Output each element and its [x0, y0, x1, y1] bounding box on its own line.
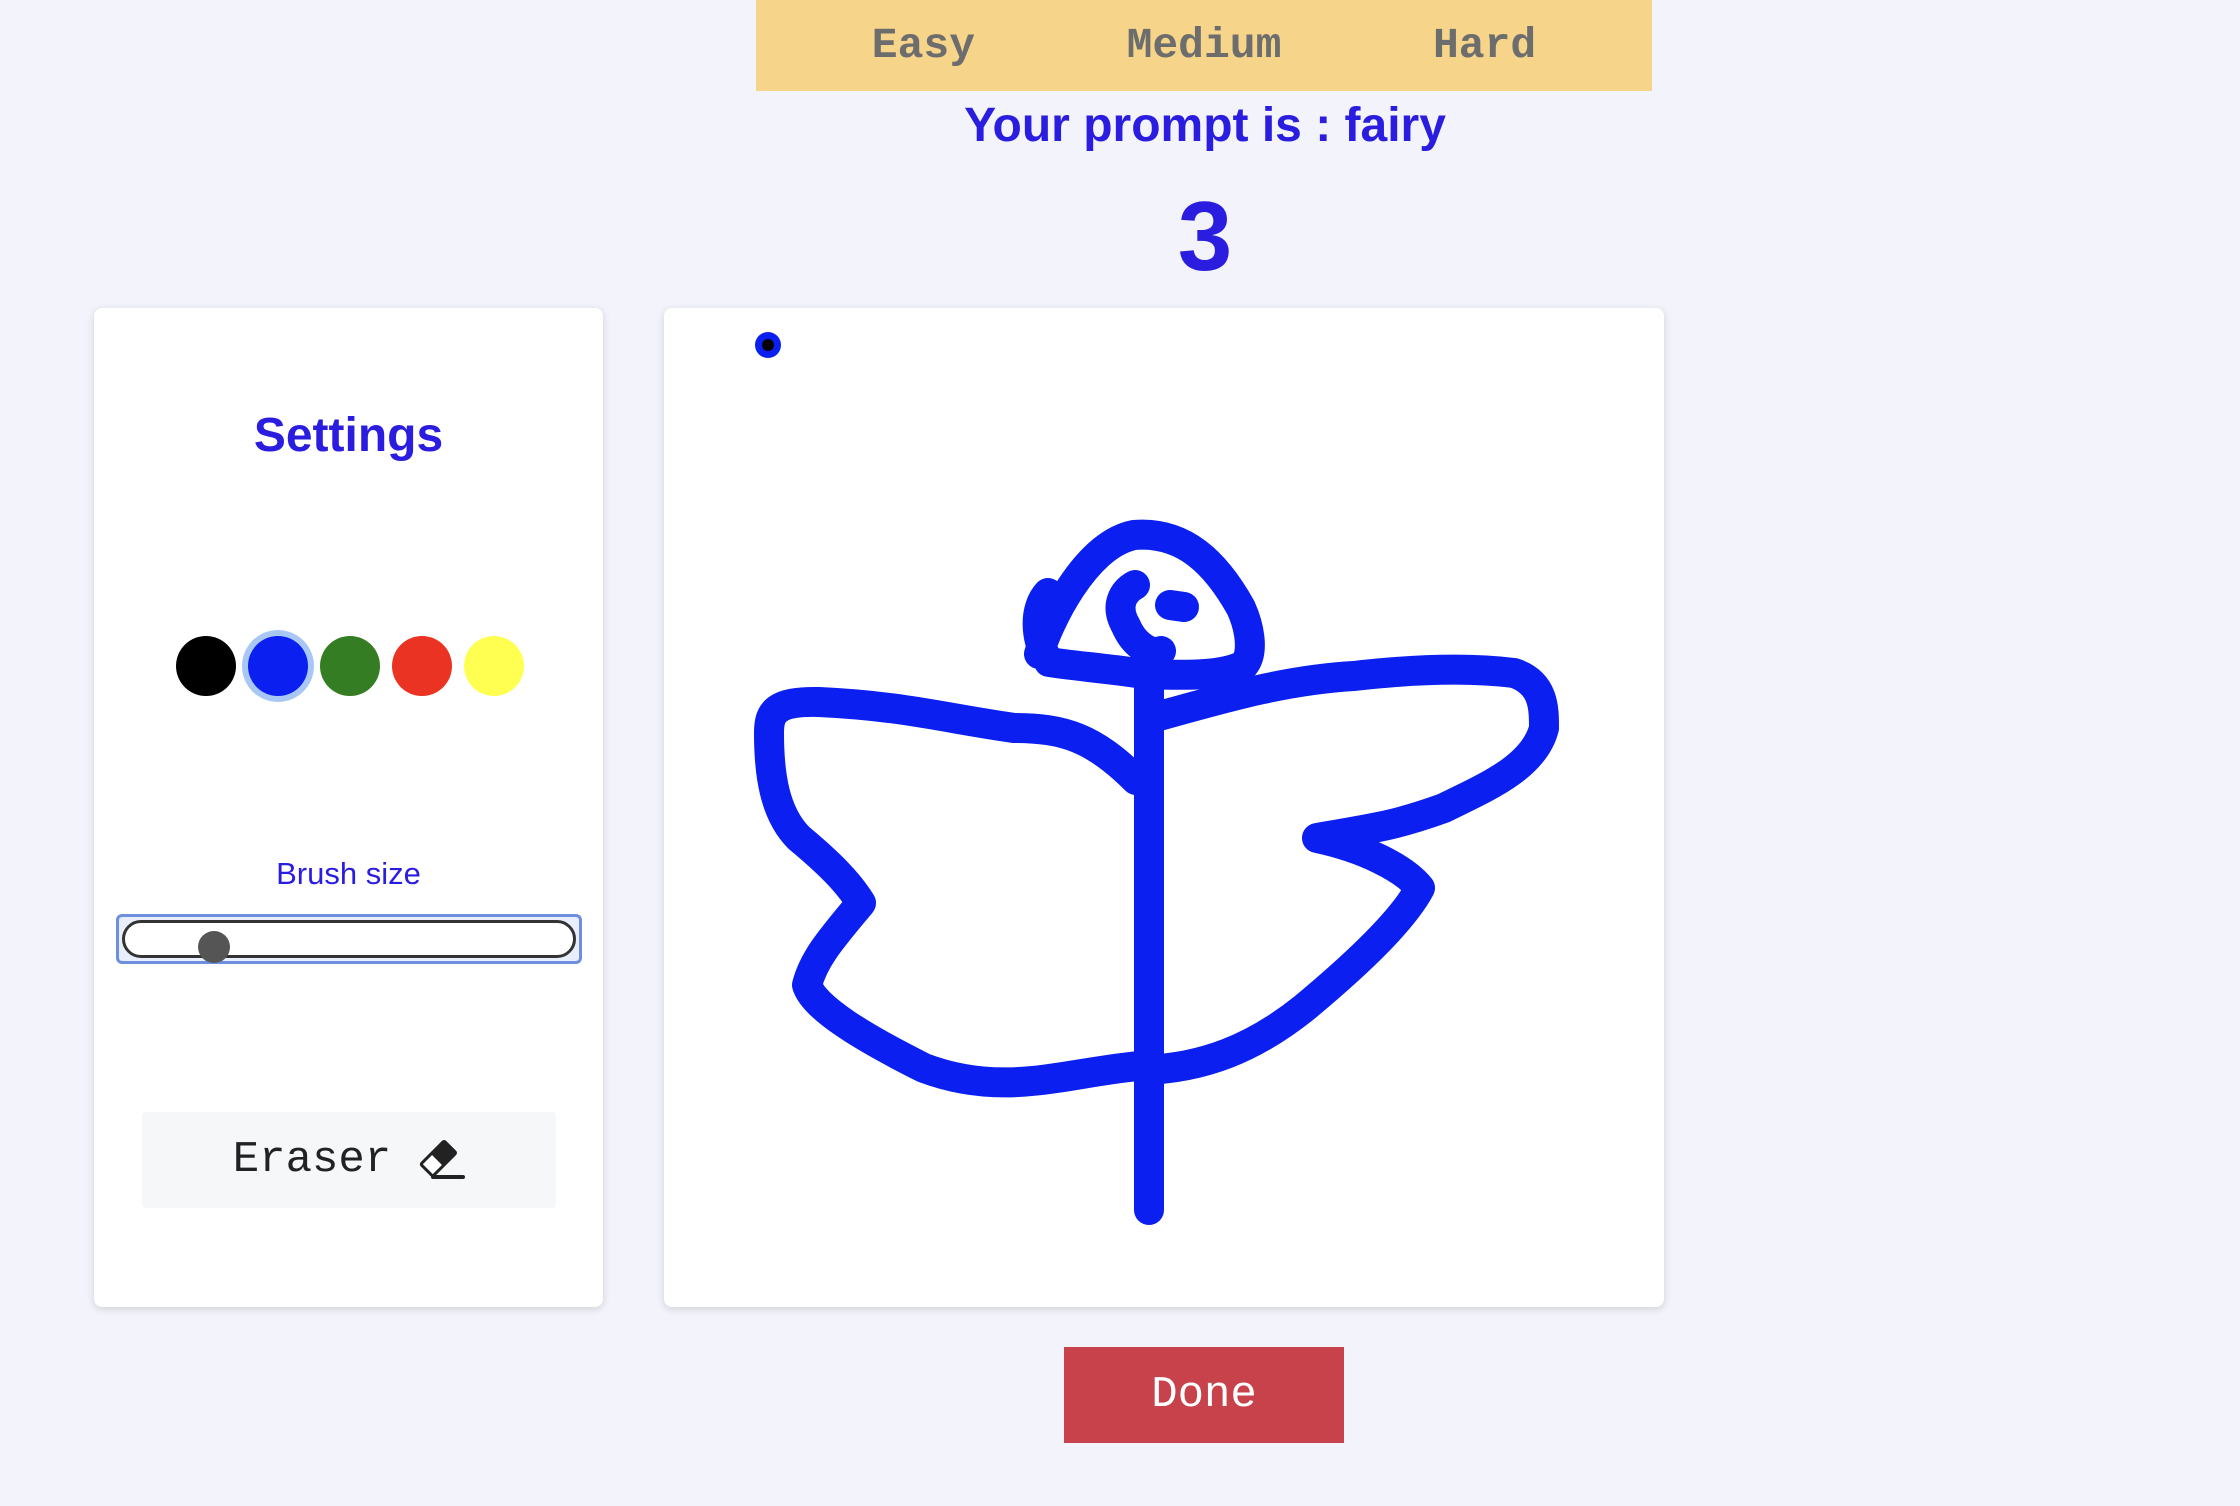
difficulty-tabs: Easy Medium Hard — [756, 0, 1652, 91]
eraser-icon — [420, 1140, 466, 1179]
color-swatch-green[interactable] — [320, 636, 380, 696]
color-swatch-black[interactable] — [176, 636, 236, 696]
color-swatch-blue[interactable] — [248, 636, 308, 696]
done-button[interactable]: Done — [1064, 1347, 1344, 1443]
color-swatch-red[interactable] — [392, 636, 452, 696]
settings-panel: Settings Brush size Eraser — [94, 308, 603, 1307]
eraser-label: Eraser — [232, 1135, 392, 1185]
brush-size-label: Brush size — [276, 856, 421, 891]
stroke-right-wing — [1129, 654, 1559, 1085]
prompt-text: Your prompt is : fairy — [964, 99, 1446, 152]
tab-easy[interactable]: Easy — [872, 21, 975, 70]
tab-hard[interactable]: Hard — [1433, 21, 1536, 70]
stroke-face-left — [1105, 570, 1176, 668]
stroke-left-wing — [754, 686, 1154, 1098]
countdown-timer: 3 — [1177, 181, 1233, 291]
slider-thumb[interactable] — [198, 931, 231, 963]
brush-size-slider[interactable] — [116, 914, 582, 964]
drawing-strokes — [754, 519, 1559, 1225]
drawing-surface[interactable] — [664, 308, 1664, 1307]
color-swatch-yellow[interactable] — [464, 636, 524, 696]
drawing-canvas[interactable] — [664, 308, 1664, 1307]
stroke-face-right — [1155, 590, 1199, 622]
brush-cursor-dot — [762, 339, 774, 351]
eraser-button[interactable]: Eraser — [142, 1112, 556, 1208]
color-swatches — [176, 636, 524, 696]
tab-medium[interactable]: Medium — [1127, 21, 1282, 70]
settings-title: Settings — [253, 409, 444, 462]
slider-track[interactable] — [122, 920, 576, 963]
